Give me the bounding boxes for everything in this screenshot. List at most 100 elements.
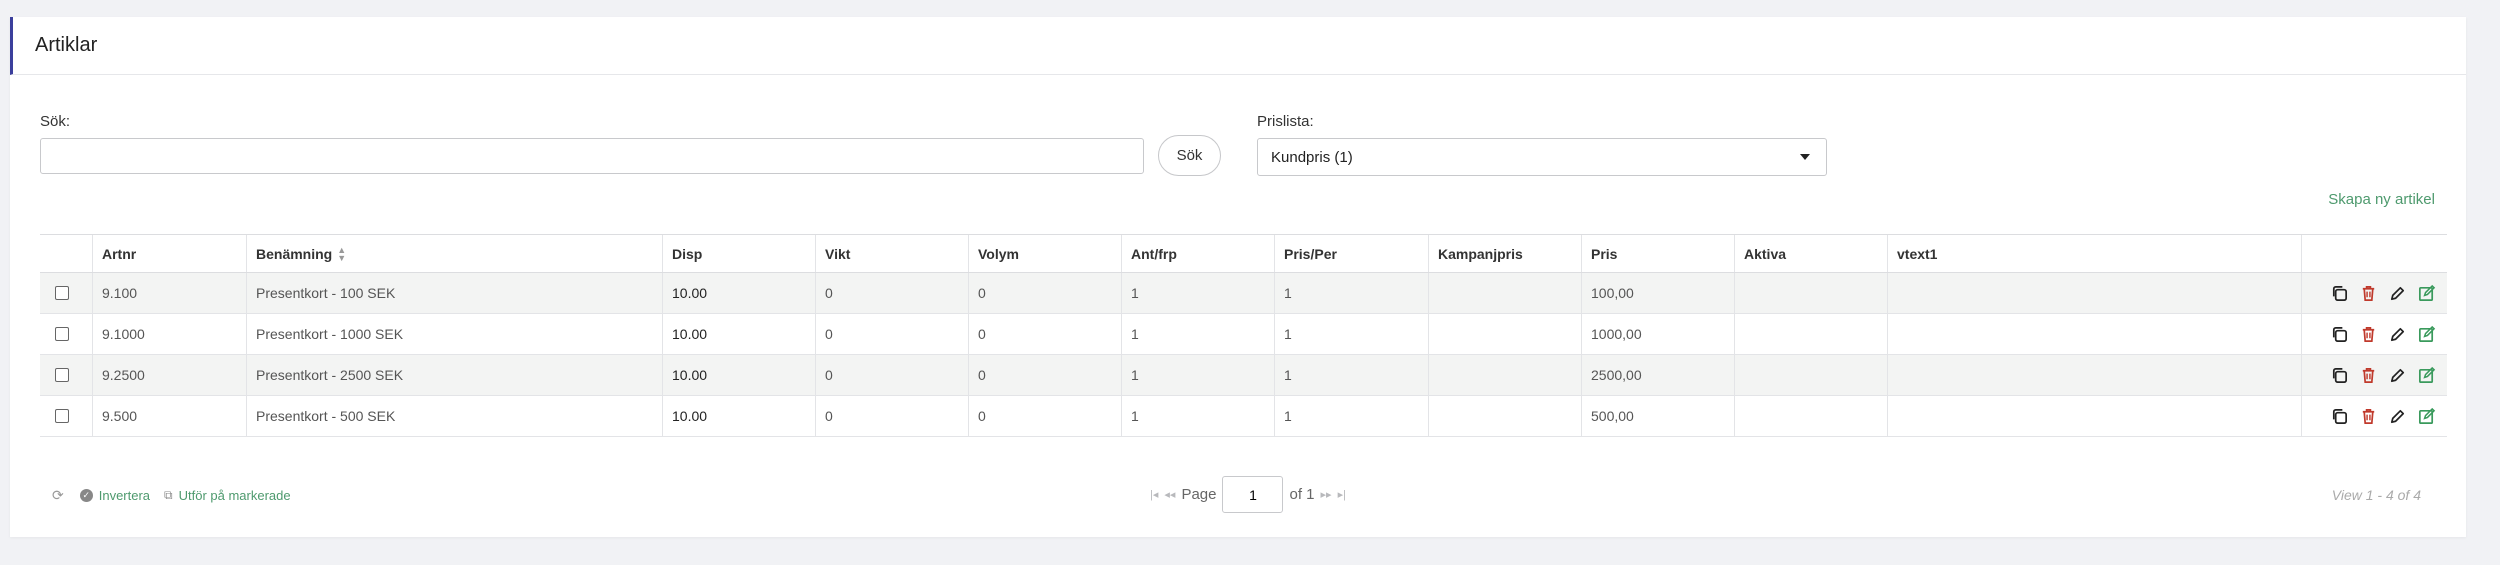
column-header-actions [2302,235,2447,272]
pricelist-select[interactable]: Kundpris (1) [1257,138,1827,176]
cell-prisper: 1 [1275,314,1429,354]
edit-pencil-icon[interactable] [2388,366,2407,385]
cell-volym: 0 [969,273,1122,313]
table-row[interactable]: 9.2500 Presentkort - 2500 SEK 10.00 0 0 1 1 250… [40,355,2447,396]
cell-antfrp: 1 [1122,273,1275,313]
table-row[interactable]: 9.1000 Presentkort - 1000 SEK 10.00 0 0 1 1 100… [40,314,2447,355]
search-label: Sök: [40,113,71,130]
copy-icon[interactable] [2330,325,2349,344]
column-header-artnr[interactable]: Artnr [93,235,247,272]
cell-kampanjpris [1429,273,1582,313]
row-checkbox[interactable] [55,409,69,423]
next-page-icon[interactable]: ▸▸ [1321,488,1332,501]
column-header-vikt[interactable]: Vikt [816,235,969,272]
edit-pencil-icon[interactable] [2388,407,2407,426]
cell-artnr: 9.1000 [93,314,247,354]
panel-header: Artiklar [10,17,2466,75]
cell-vikt: 0 [816,273,969,313]
cell-disp: 10.00 [663,273,816,313]
edit-form-icon[interactable] [2417,407,2436,426]
delete-icon[interactable] [2359,366,2378,385]
delete-icon[interactable] [2359,407,2378,426]
cell-pris: 500,00 [1582,396,1735,436]
cell-antfrp: 1 [1122,355,1275,395]
delete-icon[interactable] [2359,325,2378,344]
cell-antfrp: 1 [1122,314,1275,354]
create-article-link[interactable]: Skapa ny artikel [2328,191,2435,208]
delete-icon[interactable] [2359,284,2378,303]
pager: |◂ ◂◂ Page of 1 ▸▸ ▸| [1150,476,1346,513]
page-title: Artiklar [35,34,98,56]
cell-prisper: 1 [1275,396,1429,436]
row-checkbox[interactable] [55,327,69,341]
articles-table: Artnr Benämning ▲ ▼ Disp Vikt Volym Ant/fr… [40,234,2447,437]
column-header-volym[interactable]: Volym [969,235,1122,272]
row-select-cell [40,396,93,436]
copy-icon[interactable] [2330,366,2349,385]
column-header-antfrp[interactable]: Ant/frp [1122,235,1275,272]
page-number-input[interactable] [1222,476,1284,513]
edit-pencil-icon[interactable] [2388,325,2407,344]
caret-down-icon [1800,154,1810,160]
cell-volym: 0 [969,355,1122,395]
last-page-icon[interactable]: ▸| [1338,488,1346,501]
row-select-cell [40,273,93,313]
cell-aktiva [1735,355,1888,395]
cell-benamning: Presentkort - 1000 SEK [247,314,663,354]
cell-artnr: 9.500 [93,396,247,436]
footer-actions: ⟳ ✓ Invertera ⧉ Utför på markerade [52,487,291,504]
cell-artnr: 9.2500 [93,355,247,395]
cell-vikt: 0 [816,355,969,395]
cell-antfrp: 1 [1122,396,1275,436]
invert-link[interactable]: Invertera [99,488,150,503]
cell-volym: 0 [969,314,1122,354]
header-select-col [40,235,93,272]
column-header-vtext1[interactable]: vtext1 [1888,235,2302,272]
copy-icon: ⧉ [164,488,173,502]
column-header-benamning[interactable]: Benämning ▲ ▼ [247,235,663,272]
apply-selected-link[interactable]: Utför på markerade [179,488,291,503]
column-header-pris[interactable]: Pris [1582,235,1735,272]
column-header-prisper[interactable]: Pris/Per [1275,235,1429,272]
cell-prisper: 1 [1275,273,1429,313]
column-header-aktiva[interactable]: Aktiva [1735,235,1888,272]
edit-form-icon[interactable] [2417,366,2436,385]
cell-vtext1 [1888,355,2302,395]
row-checkbox[interactable] [55,368,69,382]
table-row[interactable]: 9.100 Presentkort - 100 SEK 10.00 0 0 1 1 100,0… [40,273,2447,314]
cell-aktiva [1735,396,1888,436]
cell-vtext1 [1888,396,2302,436]
cell-aktiva [1735,314,1888,354]
column-header-disp[interactable]: Disp [663,235,816,272]
cell-disp: 10.00 [663,314,816,354]
copy-icon[interactable] [2330,284,2349,303]
cell-benamning: Presentkort - 2500 SEK [247,355,663,395]
cell-vtext1 [1888,273,2302,313]
table-footer: ⟳ ✓ Invertera ⧉ Utför på markerade |◂ ◂◂… [40,476,2447,527]
cell-disp: 10.00 [663,355,816,395]
row-actions-cell [2302,273,2447,313]
prev-page-icon[interactable]: ◂◂ [1164,488,1175,501]
row-actions-cell [2302,355,2447,395]
page-label: Page [1181,486,1217,503]
edit-pencil-icon[interactable] [2388,284,2407,303]
invert-check-icon[interactable]: ✓ [79,489,93,502]
cell-pris: 100,00 [1582,273,1735,313]
row-checkbox[interactable] [55,286,69,300]
edit-form-icon[interactable] [2417,325,2436,344]
cell-prisper: 1 [1275,355,1429,395]
articles-panel: Artiklar Sök: Sök Prislista: Kundpris (1… [10,17,2466,537]
cell-kampanjpris [1429,314,1582,354]
column-header-kampanjpris[interactable]: Kampanjpris [1429,235,1582,272]
first-page-icon[interactable]: |◂ [1150,488,1158,501]
table-row[interactable]: 9.500 Presentkort - 500 SEK 10.00 0 0 1 1 500,0… [40,396,2447,437]
edit-form-icon[interactable] [2417,284,2436,303]
search-input[interactable] [40,138,1144,174]
copy-icon[interactable] [2330,407,2349,426]
refresh-icon[interactable]: ⟳ [52,487,64,504]
search-button[interactable]: Sök [1158,135,1221,176]
pricelist-selected-value: Kundpris (1) [1271,149,1353,166]
cell-vikt: 0 [816,314,969,354]
view-info: View 1 - 4 of 4 [2331,487,2421,503]
cell-volym: 0 [969,396,1122,436]
